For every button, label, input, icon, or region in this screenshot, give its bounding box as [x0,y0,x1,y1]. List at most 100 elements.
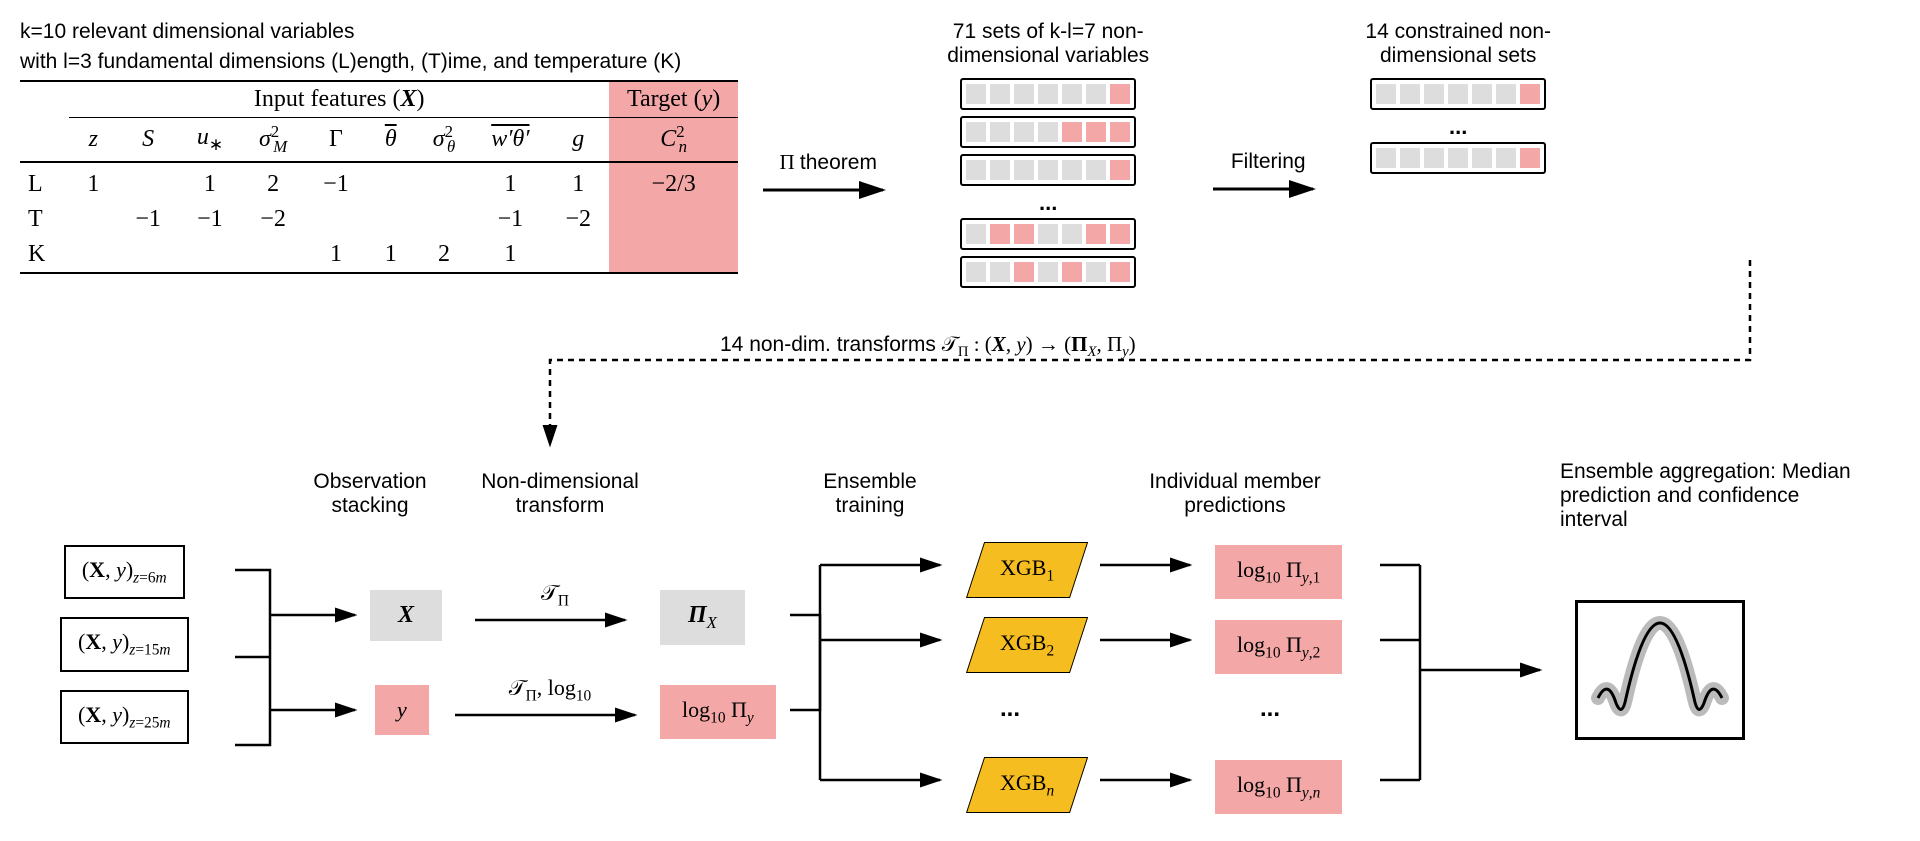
set-cell [1376,148,1396,168]
set-row [960,154,1136,186]
dashed-connector [540,260,1780,470]
set-cell [1448,84,1468,104]
fanin-bracket [1380,540,1560,810]
set-cell [1496,148,1516,168]
set-cell [1062,122,1082,142]
y-box: y [375,685,429,735]
col-ustar: u∗ [179,118,241,162]
sets-ellipsis: ... [1338,114,1578,140]
set-cell [1038,122,1058,142]
set-cell [1472,84,1492,104]
target-header: Target (y) [609,81,738,118]
set-cell [990,224,1010,244]
col-S: S [117,118,179,162]
set-cell [1472,148,1492,168]
xgb-1: XGB1 [966,542,1088,598]
set-cell [1062,84,1082,104]
X-box: X [370,590,442,641]
col-g: g [548,118,610,162]
set-cell [966,84,986,104]
row-T: T [20,202,69,237]
obs-box-15m: (X, y)z=15m [60,617,189,671]
stage-obs-label: Observation stacking [280,470,460,518]
col-sigmaM: σ2M [241,118,305,162]
set-cell [1448,148,1468,168]
sets-71: 71 sets of k-l=7 non-dimensional variabl… [908,20,1188,294]
set-cell [1376,84,1396,104]
bracket-obs [230,545,370,785]
arrow-right-icon [1208,174,1328,204]
dimensional-table: Input features (X) Target (y) z S u∗ σ2M… [20,80,738,274]
col-wtheta: w′θ′ [473,118,547,162]
set-cell [1424,84,1444,104]
input-features-header: Input features (X) [69,81,609,118]
pred-n: log10 Πy,n [1215,760,1342,814]
sets-ellipsis: ... [908,190,1188,216]
stage-train-label: Ensemble training [790,470,950,518]
arrow-right-icon [758,175,898,205]
set-row [1370,142,1546,174]
xgb-n: XGBn [966,757,1088,813]
pred-ellipsis: ... [1260,695,1280,723]
set-cell [966,122,986,142]
set-cell [1496,84,1516,104]
set-cell [1086,224,1106,244]
set-cell [1110,160,1130,180]
sets-14: 14 constrained non-dimensional sets ... [1338,20,1578,180]
arrow-icon [470,610,640,630]
set-cell [1014,122,1034,142]
header-line2: with l=3 fundamental dimensions (L)ength… [20,50,738,74]
set-cell [1110,122,1130,142]
col-sigmatheta: σ2θ [415,118,473,162]
stage-agg-label: Ensemble aggregation: Median prediction … [1560,460,1860,532]
filtering-arrow: Filtering [1208,150,1328,210]
fanout-bracket [790,540,960,800]
set-cell [966,160,986,180]
Piy-box: log10 Πy [660,685,776,739]
header-line1: k=10 relevant dimensional variables [20,20,738,44]
set-cell [1014,84,1034,104]
xgb-ellipsis: ... [1000,695,1020,723]
set-cell [1014,160,1034,180]
set-cell [1086,84,1106,104]
transform-top: 𝒯Π [470,580,640,636]
set-cell [1400,148,1420,168]
col-Gamma: Γ [305,118,367,162]
set-cell [1110,84,1130,104]
set-cell [1038,224,1058,244]
obs-column: (X, y)z=6m (X, y)z=15m (X, y)z=25m [60,545,189,762]
col-thetabar: θ [367,118,415,162]
set-cell [1038,84,1058,104]
transform-bot: 𝒯Π, log10 [450,675,650,731]
set-row [960,78,1136,110]
set-row [1370,78,1546,110]
set-cell [1086,122,1106,142]
set-cell [1062,160,1082,180]
set-cell [1110,224,1130,244]
set-row [960,116,1136,148]
table-block: k=10 relevant dimensional variables with… [20,20,738,274]
row-L: L [20,162,69,202]
xgb-2: XGB2 [966,617,1088,673]
set-cell [1086,160,1106,180]
col-Cn2: C2n [609,118,738,162]
set-cell [966,224,986,244]
stage-pred-label: Individual member predictions [1120,470,1350,518]
set-cell [1062,224,1082,244]
pred-1: log10 Πy,1 [1215,545,1342,599]
set-cell [1014,224,1034,244]
set-cell [1520,148,1540,168]
set-cell [1520,84,1540,104]
ensemble-result-box [1575,600,1745,740]
set-cell [990,84,1010,104]
pred-2: log10 Πy,2 [1215,620,1342,674]
transform-line-label: 14 non-dim. transforms 𝒯Π : (X, y) → (ΠX… [720,332,1136,361]
set-cell [1424,148,1444,168]
row-K: K [20,237,69,273]
PiX-box: ΠX [660,590,745,645]
set-cell [1400,84,1420,104]
result-plot-icon [1578,603,1742,737]
xgb-to-pred-arrows [1095,540,1205,810]
col-z: z [69,118,117,162]
arrow-icon [450,705,650,725]
